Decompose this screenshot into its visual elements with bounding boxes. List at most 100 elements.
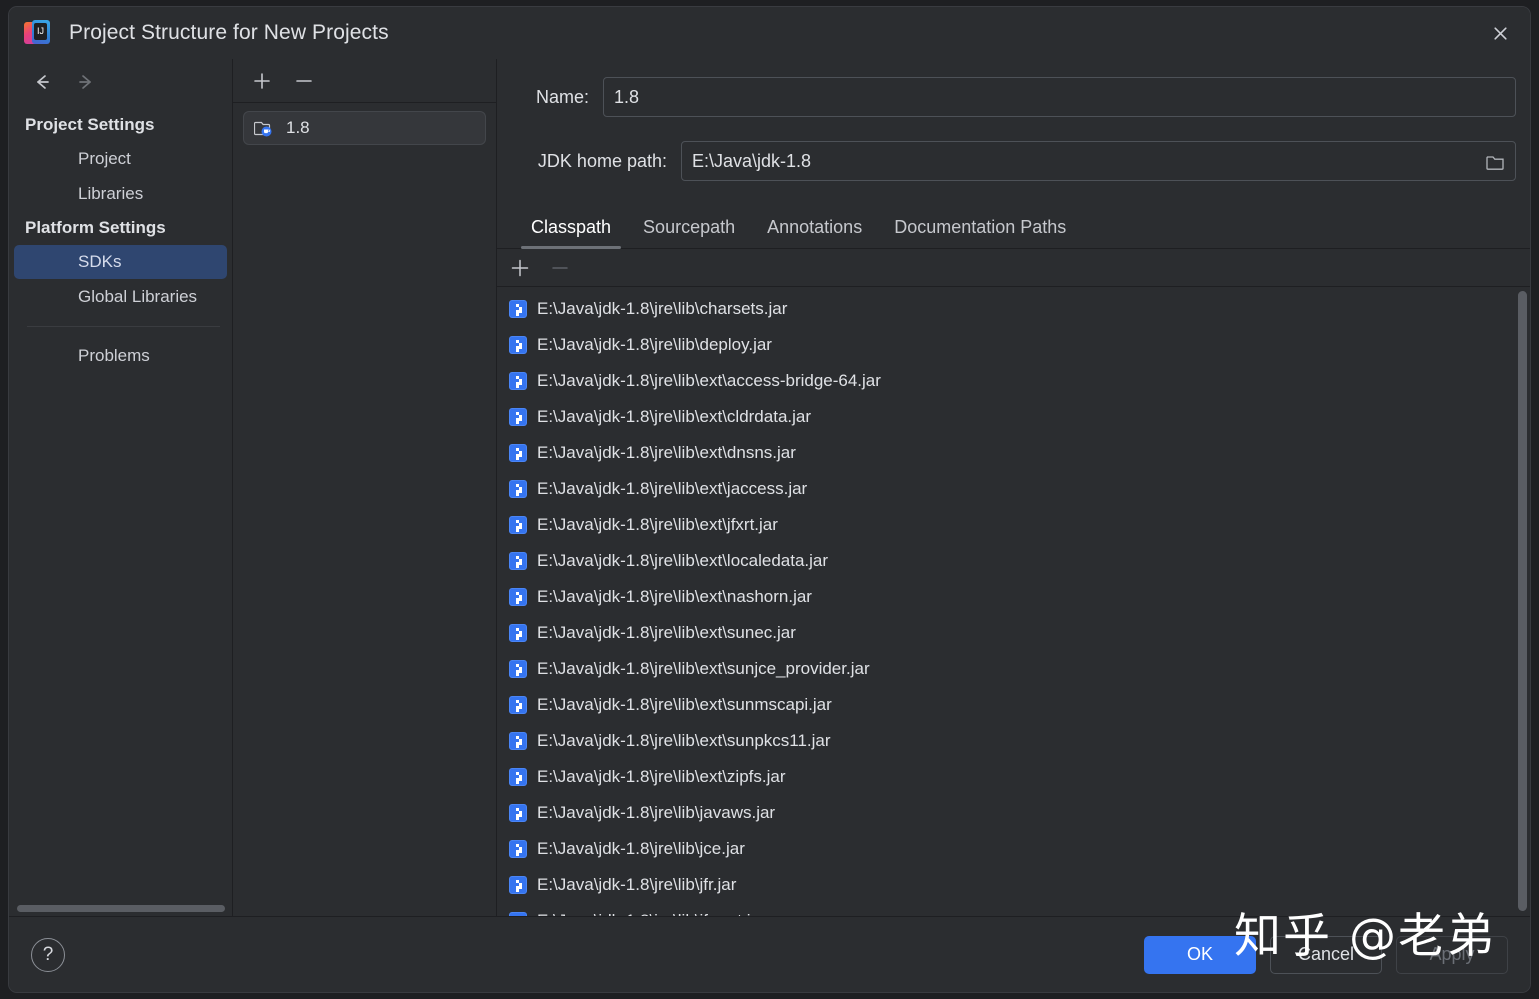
classpath-entry-label: E:\Java\jdk-1.8\jre\lib\jce.jar	[537, 839, 745, 858]
minus-icon[interactable]	[291, 68, 317, 94]
jar-file-icon	[509, 300, 527, 318]
name-label: Name:	[535, 86, 589, 107]
apply-button: Apply	[1396, 935, 1508, 974]
classpath-vertical-scrollbar[interactable]	[1518, 291, 1527, 911]
sidebar-item-sdks[interactable]: SDKs	[14, 245, 227, 279]
jdk-home-path-value: E:\Java\jdk-1.8	[692, 150, 812, 171]
classpath-entry-label: E:\Java\jdk-1.8\jre\lib\charsets.jar	[537, 299, 788, 318]
classpath-entry-label: E:\Java\jdk-1.8\jre\lib\ext\sunmscapi.ja…	[537, 695, 832, 714]
jar-file-icon	[509, 804, 527, 822]
jar-file-icon	[509, 876, 527, 894]
classpath-entry-row[interactable]: E:\Java\jdk-1.8\jre\lib\jce.jar	[497, 831, 1530, 867]
classpath-entry-row[interactable]: E:\Java\jdk-1.8\jre\lib\ext\sunpkcs11.ja…	[497, 723, 1530, 759]
classpath-entry-row[interactable]: E:\Java\jdk-1.8\jre\lib\ext\zipfs.jar	[497, 759, 1530, 795]
page-title: Project Structure for New Projects	[69, 21, 389, 44]
classpath-entry-label: E:\Java\jdk-1.8\jre\lib\ext\dnsns.jar	[537, 443, 796, 462]
classpath-entry-row[interactable]: E:\Java\jdk-1.8\jre\lib\ext\access-bridg…	[497, 363, 1530, 399]
name-row: Name: 1.8	[513, 77, 1516, 117]
detail-tabs: Classpath Sourcepath Annotations Documen…	[497, 205, 1530, 249]
classpath-entry-row[interactable]: E:\Java\jdk-1.8\jre\lib\deploy.jar	[497, 327, 1530, 363]
jar-file-icon	[509, 408, 527, 426]
sidebar-horizontal-scrollbar[interactable]	[17, 905, 225, 912]
classpath-entry-row[interactable]: E:\Java\jdk-1.8\jre\lib\ext\sunjce_provi…	[497, 651, 1530, 687]
jar-file-icon	[509, 840, 527, 858]
classpath-entry-row[interactable]: E:\Java\jdk-1.8\jre\lib\ext\sunmscapi.ja…	[497, 687, 1530, 723]
tab-sourcepath[interactable]: Sourcepath	[627, 217, 751, 248]
close-icon[interactable]	[1480, 16, 1520, 50]
jdk-home-path-row: JDK home path: E:\Java\jdk-1.8	[513, 141, 1516, 181]
jdk-home-path-label: JDK home path:	[537, 150, 667, 171]
sdk-tree-toolbar	[233, 59, 496, 103]
arrow-right-icon[interactable]	[75, 71, 97, 93]
sidebar-item-global-libraries[interactable]: Global Libraries	[14, 280, 227, 314]
jar-file-icon	[509, 732, 527, 750]
sdk-detail-panel: Name: 1.8 JDK home path: E:\Java\jdk-1.8	[497, 59, 1530, 916]
classpath-entry-label: E:\Java\jdk-1.8\jre\lib\deploy.jar	[537, 335, 772, 354]
jar-file-icon	[509, 660, 527, 678]
dialog-buttons: OK Cancel Apply	[1144, 935, 1508, 974]
cancel-button[interactable]: Cancel	[1270, 935, 1382, 974]
jar-file-icon	[509, 696, 527, 714]
classpath-entry-label: E:\Java\jdk-1.8\jre\lib\ext\cldrdata.jar	[537, 407, 812, 426]
settings-sidebar: Project Settings Project Libraries Platf…	[9, 59, 233, 916]
classpath-entry-row[interactable]: E:\Java\jdk-1.8\jre\lib\ext\cldrdata.jar	[497, 399, 1530, 435]
sidebar-item-problems[interactable]: Problems	[14, 339, 227, 373]
folder-browse-icon[interactable]	[1483, 150, 1507, 174]
jar-file-icon	[509, 444, 527, 462]
title-bar: IJ Project Structure for New Projects	[9, 7, 1530, 59]
classpath-entry-label: E:\Java\jdk-1.8\jre\lib\ext\sunjce_provi…	[537, 659, 870, 678]
jar-file-icon	[509, 336, 527, 354]
intellij-idea-icon: IJ	[23, 19, 51, 47]
sdk-tree-panel: 1.8	[233, 59, 497, 916]
help-button[interactable]: ?	[31, 937, 65, 972]
classpath-entry-row[interactable]: E:\Java\jdk-1.8\jre\lib\charsets.jar	[497, 291, 1530, 327]
classpath-entry-row[interactable]: E:\Java\jdk-1.8\jre\lib\ext\dnsns.jar	[497, 435, 1530, 471]
tab-classpath[interactable]: Classpath	[515, 217, 627, 249]
project-structure-dialog: IJ Project Structure for New Projects Pr…	[8, 6, 1531, 993]
name-input[interactable]: 1.8	[603, 77, 1516, 117]
classpath-entry-label: E:\Java\jdk-1.8\jre\lib\ext\jfxrt.jar	[537, 515, 778, 534]
jar-file-icon	[509, 768, 527, 786]
classpath-toolbar	[497, 249, 1530, 287]
classpath-entry-label: E:\Java\jdk-1.8\jre\lib\ext\zipfs.jar	[537, 767, 786, 786]
classpath-entry-row[interactable]: E:\Java\jdk-1.8\jre\lib\ext\localedata.j…	[497, 543, 1530, 579]
classpath-entry-label: E:\Java\jdk-1.8\jre\lib\ext\localedata.j…	[537, 551, 829, 570]
classpath-entry-row[interactable]: E:\Java\jdk-1.8\jre\lib\ext\nashorn.jar	[497, 579, 1530, 615]
classpath-entry-label: E:\Java\jdk-1.8\jre\lib\ext\sunec.jar	[537, 623, 796, 642]
jar-file-icon	[509, 372, 527, 390]
classpath-entry-row[interactable]: E:\Java\jdk-1.8\jre\lib\ext\jfxrt.jar	[497, 507, 1530, 543]
classpath-entry-row[interactable]: E:\Java\jdk-1.8\jre\lib\javaws.jar	[497, 795, 1530, 831]
jdk-home-path-input[interactable]: E:\Java\jdk-1.8	[681, 141, 1516, 181]
plus-icon[interactable]	[507, 255, 533, 281]
sidebar-divider	[27, 326, 220, 327]
jar-file-icon	[509, 480, 527, 498]
tab-annotations[interactable]: Annotations	[751, 217, 878, 248]
jar-file-icon	[509, 624, 527, 642]
jar-file-icon	[509, 516, 527, 534]
sidebar-group-platform-settings: Platform Settings	[25, 218, 166, 237]
plus-icon[interactable]	[249, 68, 275, 94]
classpath-entry-label: E:\Java\jdk-1.8\jre\lib\ext\jaccess.jar	[537, 479, 808, 498]
sidebar-nav-arrows	[9, 59, 232, 105]
sidebar-nav-list: Project Settings Project Libraries Platf…	[9, 105, 232, 374]
sidebar-item-libraries[interactable]: Libraries	[14, 177, 227, 211]
arrow-left-icon[interactable]	[31, 71, 53, 93]
sidebar-group-project-settings: Project Settings	[25, 115, 155, 134]
sdk-tree-body: 1.8	[233, 103, 496, 916]
classpath-entry-row[interactable]: E:\Java\jdk-1.8\jre\lib\ext\sunec.jar	[497, 615, 1530, 651]
dialog-body: Project Settings Project Libraries Platf…	[9, 59, 1530, 916]
classpath-entry-row[interactable]: E:\Java\jdk-1.8\jre\lib\jfr.jar	[497, 867, 1530, 903]
classpath-entry-row[interactable]: E:\Java\jdk-1.8\jre\lib\ext\jaccess.jar	[497, 471, 1530, 507]
classpath-list-container: E:\Java\jdk-1.8\jre\lib\charsets.jar E:\J…	[497, 287, 1530, 916]
classpath-entry-row[interactable]: E:\Java\jdk-1.8\jre\lib\jfxswt.jar	[497, 903, 1530, 916]
sidebar-item-project[interactable]: Project	[14, 142, 227, 176]
jdk-folder-icon	[253, 118, 276, 138]
classpath-entry-label: E:\Java\jdk-1.8\jre\lib\javaws.jar	[537, 803, 776, 822]
minus-icon	[547, 255, 573, 281]
classpath-entry-label: E:\Java\jdk-1.8\jre\lib\jfr.jar	[537, 875, 737, 894]
tab-documentation-paths[interactable]: Documentation Paths	[878, 217, 1082, 248]
sdk-tree-item-1-8[interactable]: 1.8	[243, 111, 486, 145]
classpath-entry-label: E:\Java\jdk-1.8\jre\lib\ext\access-bridg…	[537, 371, 881, 390]
classpath-entry-label: E:\Java\jdk-1.8\jre\lib\ext\sunpkcs11.ja…	[537, 731, 831, 750]
ok-button[interactable]: OK	[1144, 935, 1256, 974]
